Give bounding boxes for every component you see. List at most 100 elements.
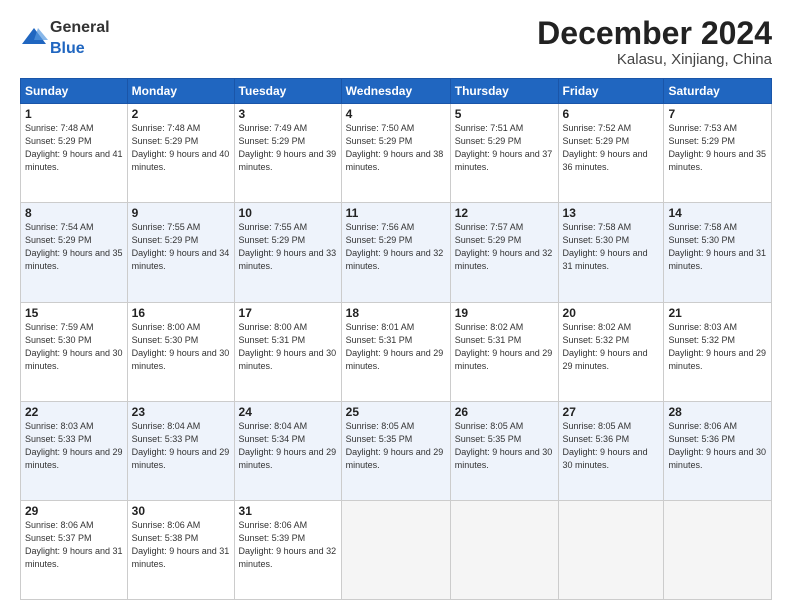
day-number: 26 — [455, 405, 554, 419]
day-info: Sunrise: 7:50 AMSunset: 5:29 PMDaylight:… — [346, 122, 446, 174]
day-number: 24 — [239, 405, 337, 419]
day-number: 12 — [455, 206, 554, 220]
day-info: Sunrise: 8:02 AMSunset: 5:31 PMDaylight:… — [455, 321, 554, 373]
table-row: 2Sunrise: 7:48 AMSunset: 5:29 PMDaylight… — [127, 104, 234, 203]
table-row — [558, 500, 664, 599]
table-row: 28Sunrise: 8:06 AMSunset: 5:36 PMDayligh… — [664, 401, 772, 500]
day-number: 31 — [239, 504, 337, 518]
day-number: 23 — [132, 405, 230, 419]
col-sunday: Sunday — [21, 79, 128, 104]
col-thursday: Thursday — [450, 79, 558, 104]
day-info: Sunrise: 8:02 AMSunset: 5:32 PMDaylight:… — [563, 321, 660, 373]
day-number: 8 — [25, 206, 123, 220]
day-info: Sunrise: 7:49 AMSunset: 5:29 PMDaylight:… — [239, 122, 337, 174]
day-number: 28 — [668, 405, 767, 419]
col-friday: Friday — [558, 79, 664, 104]
table-row: 19Sunrise: 8:02 AMSunset: 5:31 PMDayligh… — [450, 302, 558, 401]
day-number: 2 — [132, 107, 230, 121]
table-row: 16Sunrise: 8:00 AMSunset: 5:30 PMDayligh… — [127, 302, 234, 401]
day-number: 27 — [563, 405, 660, 419]
day-number: 21 — [668, 306, 767, 320]
col-wednesday: Wednesday — [341, 79, 450, 104]
day-number: 15 — [25, 306, 123, 320]
day-info: Sunrise: 7:53 AMSunset: 5:29 PMDaylight:… — [668, 122, 767, 174]
day-info: Sunrise: 8:00 AMSunset: 5:31 PMDaylight:… — [239, 321, 337, 373]
day-info: Sunrise: 8:06 AMSunset: 5:38 PMDaylight:… — [132, 519, 230, 571]
logo-general-text: General — [50, 19, 110, 36]
day-info: Sunrise: 8:06 AMSunset: 5:39 PMDaylight:… — [239, 519, 337, 571]
day-number: 3 — [239, 107, 337, 121]
table-row — [450, 500, 558, 599]
logo: General Blue — [20, 16, 110, 58]
day-number: 5 — [455, 107, 554, 121]
title-block: December 2024 Kalasu, Xinjiang, China — [537, 16, 772, 68]
day-info: Sunrise: 7:52 AMSunset: 5:29 PMDaylight:… — [563, 122, 660, 174]
table-row: 15Sunrise: 7:59 AMSunset: 5:30 PMDayligh… — [21, 302, 128, 401]
day-info: Sunrise: 8:03 AMSunset: 5:33 PMDaylight:… — [25, 420, 123, 472]
day-number: 30 — [132, 504, 230, 518]
day-number: 10 — [239, 206, 337, 220]
day-info: Sunrise: 8:05 AMSunset: 5:35 PMDaylight:… — [346, 420, 446, 472]
col-tuesday: Tuesday — [234, 79, 341, 104]
day-info: Sunrise: 7:58 AMSunset: 5:30 PMDaylight:… — [563, 221, 660, 273]
calendar-week-row: 1 Sunrise: 7:48 AMSunset: 5:29 PMDaylight… — [21, 104, 772, 203]
month-title: December 2024 — [537, 16, 772, 51]
table-row: 11Sunrise: 7:56 AMSunset: 5:29 PMDayligh… — [341, 203, 450, 302]
calendar: Sunday Monday Tuesday Wednesday Thursday… — [20, 78, 772, 600]
day-info: Sunrise: 8:00 AMSunset: 5:30 PMDaylight:… — [132, 321, 230, 373]
day-info: Sunrise: 8:05 AMSunset: 5:36 PMDaylight:… — [563, 420, 660, 472]
day-info: Sunrise: 8:03 AMSunset: 5:32 PMDaylight:… — [668, 321, 767, 373]
table-row: 6Sunrise: 7:52 AMSunset: 5:29 PMDaylight… — [558, 104, 664, 203]
day-number: 18 — [346, 306, 446, 320]
table-row: 8Sunrise: 7:54 AMSunset: 5:29 PMDaylight… — [21, 203, 128, 302]
day-info: Sunrise: 8:06 AMSunset: 5:36 PMDaylight:… — [668, 420, 767, 472]
logo-blue-text: Blue — [50, 40, 85, 57]
table-row: 4Sunrise: 7:50 AMSunset: 5:29 PMDaylight… — [341, 104, 450, 203]
table-row: 9Sunrise: 7:55 AMSunset: 5:29 PMDaylight… — [127, 203, 234, 302]
calendar-header-row: Sunday Monday Tuesday Wednesday Thursday… — [21, 79, 772, 104]
day-info: Sunrise: 7:51 AMSunset: 5:29 PMDaylight:… — [455, 122, 554, 174]
table-row: 17Sunrise: 8:00 AMSunset: 5:31 PMDayligh… — [234, 302, 341, 401]
day-number: 25 — [346, 405, 446, 419]
day-number: 6 — [563, 107, 660, 121]
day-info: Sunrise: 7:54 AMSunset: 5:29 PMDaylight:… — [25, 221, 123, 273]
day-info: Sunrise: 7:48 AMSunset: 5:29 PMDaylight:… — [132, 122, 230, 174]
day-info: Sunrise: 8:05 AMSunset: 5:35 PMDaylight:… — [455, 420, 554, 472]
day-info: Sunrise: 8:04 AMSunset: 5:33 PMDaylight:… — [132, 420, 230, 472]
table-row: 20Sunrise: 8:02 AMSunset: 5:32 PMDayligh… — [558, 302, 664, 401]
day-number: 11 — [346, 206, 446, 220]
logo-icon — [20, 26, 48, 48]
table-row: 1Sunrise: 7:48 AMSunset: 5:29 PMDaylight… — [21, 104, 128, 203]
day-number: 19 — [455, 306, 554, 320]
table-row: 7Sunrise: 7:53 AMSunset: 5:29 PMDaylight… — [664, 104, 772, 203]
day-number: 14 — [668, 206, 767, 220]
day-info: Sunrise: 8:06 AMSunset: 5:37 PMDaylight:… — [25, 519, 123, 571]
table-row: 25Sunrise: 8:05 AMSunset: 5:35 PMDayligh… — [341, 401, 450, 500]
table-row: 22Sunrise: 8:03 AMSunset: 5:33 PMDayligh… — [21, 401, 128, 500]
day-number: 7 — [668, 107, 767, 121]
day-info: Sunrise: 7:55 AMSunset: 5:29 PMDaylight:… — [132, 221, 230, 273]
header: General Blue December 2024 Kalasu, Xinji… — [20, 16, 772, 68]
day-info: Sunrise: 7:55 AMSunset: 5:29 PMDaylight:… — [239, 221, 337, 273]
day-info: Sunrise: 7:56 AMSunset: 5:29 PMDaylight:… — [346, 221, 446, 273]
table-row: 27Sunrise: 8:05 AMSunset: 5:36 PMDayligh… — [558, 401, 664, 500]
day-info: Sunrise: 7:59 AMSunset: 5:30 PMDaylight:… — [25, 321, 123, 373]
calendar-week-row: 15Sunrise: 7:59 AMSunset: 5:30 PMDayligh… — [21, 302, 772, 401]
table-row: 30Sunrise: 8:06 AMSunset: 5:38 PMDayligh… — [127, 500, 234, 599]
calendar-week-row: 29Sunrise: 8:06 AMSunset: 5:37 PMDayligh… — [21, 500, 772, 599]
day-number: 22 — [25, 405, 123, 419]
table-row: 12Sunrise: 7:57 AMSunset: 5:29 PMDayligh… — [450, 203, 558, 302]
table-row: 26Sunrise: 8:05 AMSunset: 5:35 PMDayligh… — [450, 401, 558, 500]
table-row: 14Sunrise: 7:58 AMSunset: 5:30 PMDayligh… — [664, 203, 772, 302]
table-row: 23Sunrise: 8:04 AMSunset: 5:33 PMDayligh… — [127, 401, 234, 500]
table-row: 21Sunrise: 8:03 AMSunset: 5:32 PMDayligh… — [664, 302, 772, 401]
table-row: 31Sunrise: 8:06 AMSunset: 5:39 PMDayligh… — [234, 500, 341, 599]
day-number: 4 — [346, 107, 446, 121]
calendar-week-row: 22Sunrise: 8:03 AMSunset: 5:33 PMDayligh… — [21, 401, 772, 500]
table-row: 13Sunrise: 7:58 AMSunset: 5:30 PMDayligh… — [558, 203, 664, 302]
page: General Blue December 2024 Kalasu, Xinji… — [0, 0, 792, 612]
day-number: 16 — [132, 306, 230, 320]
location: Kalasu, Xinjiang, China — [537, 51, 772, 68]
day-number: 1 — [25, 107, 123, 121]
day-number: 20 — [563, 306, 660, 320]
